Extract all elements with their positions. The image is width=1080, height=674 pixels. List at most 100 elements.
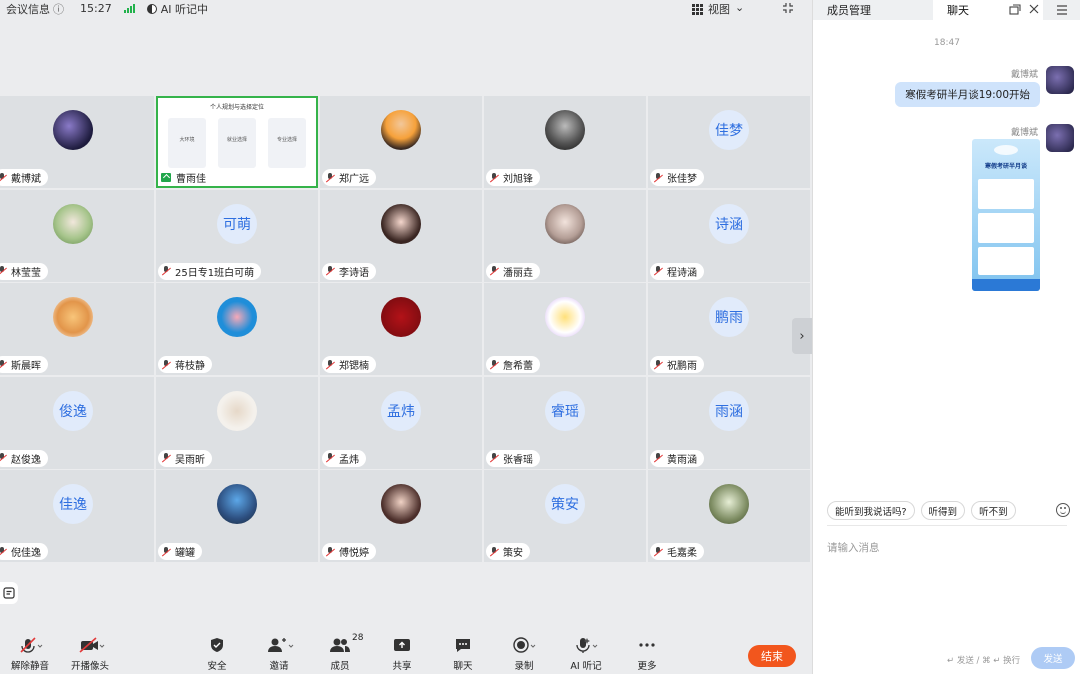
muted-mic-icon xyxy=(489,359,499,370)
participant-name-tag: 戴博斌 xyxy=(0,169,48,186)
participant-name-tag: 赵俊逸 xyxy=(0,449,48,467)
avatar xyxy=(381,484,421,524)
participant-tile[interactable]: 佳梦 张佳梦 xyxy=(648,96,810,188)
shared-screen-card-label: 专业选择 xyxy=(276,137,297,143)
participant-name: 孟炜 xyxy=(339,454,359,466)
sender-avatar[interactable] xyxy=(1046,124,1074,152)
security-button[interactable]: 安全 xyxy=(187,636,247,674)
invite-button[interactable]: 邀请 xyxy=(249,636,309,674)
quick-reply-button[interactable]: 能听到我说话吗? xyxy=(827,501,915,520)
muted-mic-icon xyxy=(161,266,171,276)
participant-tile[interactable]: 吴雨昕 xyxy=(156,376,318,469)
participant-name: 策安 xyxy=(503,548,523,559)
participant-name: 张睿瑶 xyxy=(503,454,533,466)
members-button[interactable]: 28 成员 xyxy=(310,633,370,674)
popout-icon[interactable] xyxy=(1009,4,1021,18)
participant-tile[interactable]: 戴博斌 xyxy=(0,96,154,188)
participant-tile[interactable]: 蒋枝静 xyxy=(156,283,318,375)
meeting-time: 15:27 xyxy=(80,2,112,15)
muted-mic-icon xyxy=(653,266,663,276)
participant-tile[interactable]: 鹏雨 祝鹏雨 xyxy=(648,283,810,375)
close-icon[interactable] xyxy=(1029,4,1039,17)
quick-replies: 能听到我说话吗? 听得到 听不到 xyxy=(827,501,1016,520)
end-meeting-button[interactable]: 结束 xyxy=(748,645,796,667)
participant-name: 潘丽垚 xyxy=(503,267,533,279)
muted-mic-icon xyxy=(161,359,171,370)
participant-tile[interactable]: 斯晨晖 xyxy=(0,283,154,375)
muted-mic-icon xyxy=(653,546,663,557)
participant-name: 赵俊逸 xyxy=(11,454,41,466)
meeting-info-button[interactable]: 会议信息 ⓘ xyxy=(6,1,64,17)
participant-name-tag: 毛嘉柔 xyxy=(650,543,704,560)
participant-tile[interactable]: 罐罐 xyxy=(156,470,318,562)
participant-name: 倪佳逸 xyxy=(11,548,41,559)
participant-tile[interactable]: 傅悦婷 xyxy=(320,470,482,562)
record-button[interactable]: 录制 xyxy=(494,636,554,674)
participant-grid: 戴博斌 个人规划与选择定位 大环境 就业选择 专业选择 曹雨佳 郑广远 刘旭锋 佳梦 张佳梦 林莹莹… xyxy=(0,96,812,564)
avatar xyxy=(545,110,585,150)
image-message[interactable]: 寒假考研半月谈 xyxy=(972,139,1040,291)
member-count: 28 xyxy=(352,633,364,643)
participant-tile[interactable]: 林莹莹 xyxy=(0,189,154,282)
send-button[interactable]: 发送 xyxy=(1031,647,1075,669)
quick-reply-button[interactable]: 听不到 xyxy=(971,501,1016,520)
avatar-text: 孟炜 xyxy=(381,390,421,431)
participant-tile[interactable]: 诗涵 程诗涵 xyxy=(648,189,810,282)
participant-name-tag: 孟炜 xyxy=(322,449,366,467)
tab-chat[interactable]: 聊天 xyxy=(933,0,1043,20)
quick-reply-button[interactable]: 听得到 xyxy=(920,501,966,520)
muted-mic-icon xyxy=(489,172,499,183)
participant-name: 斯晨晖 xyxy=(11,361,41,372)
chat-button[interactable]: 聊天 xyxy=(433,636,493,674)
view-switch-button[interactable]: 视图 ⌄ xyxy=(692,1,744,17)
message-input[interactable] xyxy=(827,540,1067,640)
participant-tile[interactable]: 策安 策安 xyxy=(484,470,646,562)
avatar-text: 雨涵 xyxy=(709,390,749,431)
participant-name-tag: 祝鹏雨 xyxy=(650,356,704,373)
avatar-text: 可萌 xyxy=(217,203,257,244)
participant-tile[interactable]: 佳逸 倪佳逸 xyxy=(0,470,154,562)
ai-notes-button[interactable]: AI 听记 xyxy=(556,636,616,674)
muted-mic-icon xyxy=(325,266,335,276)
participant-tile[interactable]: 俊逸 赵俊逸 xyxy=(0,376,154,469)
avatar xyxy=(53,297,93,337)
participant-tile[interactable]: 睿瑶张睿瑶 xyxy=(484,376,646,469)
participant-name: 詹希蕾 xyxy=(503,361,533,372)
ai-notes-status[interactable]: AI 听记中 xyxy=(161,1,208,17)
emoji-icon[interactable] xyxy=(1056,503,1070,517)
next-page-button[interactable]: › xyxy=(792,318,812,354)
avatar-text: 睿瑶 xyxy=(545,390,585,431)
participant-name-tag: 蒋枝静 xyxy=(158,356,212,373)
floating-notes-button[interactable] xyxy=(0,582,18,604)
participant-tile[interactable]: 雨涵黄雨涵 xyxy=(648,376,810,469)
tab-member-management[interactable]: 成员管理 xyxy=(813,0,933,20)
more-button[interactable]: 更多 xyxy=(617,636,677,674)
participant-tile[interactable]: 李诗语 xyxy=(320,189,482,282)
participant-tile[interactable]: 郑广远 xyxy=(320,96,482,188)
exit-fullscreen-icon[interactable] xyxy=(782,2,794,17)
shared-screen-title: 个人规划与选择定位 xyxy=(209,104,264,111)
muted-mic-icon xyxy=(325,172,335,183)
muted-mic-icon xyxy=(325,359,335,370)
avatar xyxy=(709,484,749,524)
participant-name: 罐罐 xyxy=(175,548,195,559)
participant-tile[interactable]: 潘丽垚 xyxy=(484,189,646,282)
share-button[interactable]: 共享 xyxy=(372,636,432,674)
panel-menu-button[interactable] xyxy=(1043,0,1080,20)
participant-tile[interactable]: 詹希蕾 xyxy=(484,283,646,375)
camera-button[interactable]: 开播像头 xyxy=(60,636,120,674)
participant-tile[interactable]: 可萌 25日专1班白可萌 xyxy=(156,189,318,282)
participant-name-tag: 郑广远 xyxy=(322,169,376,186)
participant-tile[interactable]: 刘旭锋 xyxy=(484,96,646,188)
unmute-button[interactable]: 解除静音 xyxy=(0,636,60,674)
participant-tile[interactable]: 孟炜 孟炜 xyxy=(320,376,482,469)
participant-tile[interactable]: 个人规划与选择定位 大环境 就业选择 专业选择 曹雨佳 xyxy=(156,96,318,188)
participant-name-tag: 刘旭锋 xyxy=(486,169,540,186)
muted-mic-icon xyxy=(653,172,663,183)
sender-avatar[interactable] xyxy=(1046,66,1074,94)
avatar xyxy=(53,110,93,150)
participant-tile[interactable]: 郑锶楠 xyxy=(320,283,482,375)
participant-tile[interactable]: 毛嘉柔 xyxy=(648,470,810,562)
participant-name: 黄雨涵 xyxy=(667,454,697,466)
participant-name: 曹雨佳 xyxy=(176,174,206,185)
